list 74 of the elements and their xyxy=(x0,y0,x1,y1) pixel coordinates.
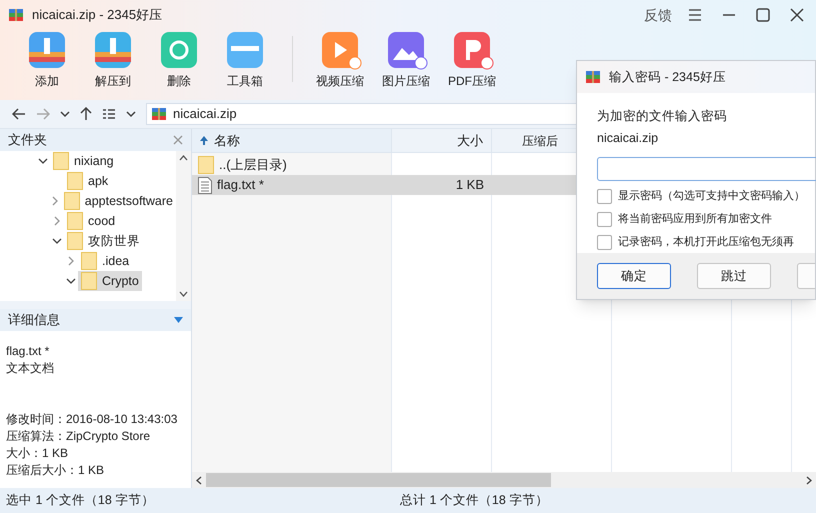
up-icon[interactable] xyxy=(80,107,92,121)
text-file-icon xyxy=(198,176,212,194)
detail-line: 修改时间：2016-08-10 13:43:03 xyxy=(6,411,178,428)
scrollbar[interactable] xyxy=(176,151,191,301)
status-text: 选中 1 个文件（18 字节） xyxy=(5,492,156,510)
archive-icon xyxy=(8,7,24,23)
file-type: 文本文档 xyxy=(6,360,55,377)
maximize-icon[interactable] xyxy=(756,8,770,22)
chevron-down-icon[interactable] xyxy=(66,276,76,286)
archive-name: nicaicai.zip xyxy=(597,130,660,147)
folder-icon xyxy=(198,156,214,174)
dropdown-icon[interactable] xyxy=(126,110,136,118)
tree-item[interactable]: .idea xyxy=(78,251,132,271)
folder-icon xyxy=(81,252,97,270)
column-header[interactable]: 名称 xyxy=(192,129,392,152)
checkbox[interactable] xyxy=(597,235,612,250)
tree-item[interactable]: 攻防世界 xyxy=(64,231,143,251)
table-cell: 1 KB xyxy=(456,177,484,192)
toolbar-button[interactable]: PDF压缩 xyxy=(439,30,505,90)
table-cell[interactable]: ..(上层目录) xyxy=(219,155,287,175)
option-label: 显示密码（勾选可支持中文密码输入） xyxy=(618,188,805,204)
chevron-down-icon[interactable] xyxy=(38,156,48,166)
toolbar-button[interactable]: 删除 xyxy=(146,30,212,90)
dialog-button[interactable]: 跳过 xyxy=(697,263,771,289)
option-label: 记录密码，本机打开此压缩包无须再 xyxy=(618,234,794,250)
caret-down-icon[interactable] xyxy=(174,317,183,323)
folder-icon xyxy=(67,172,83,190)
window-title: nicaicai.zip - 2345好压 xyxy=(32,6,162,24)
detail-line: 压缩后大小：1 KB xyxy=(6,462,106,479)
status-text: 总计 1 个文件（18 字节） xyxy=(400,492,548,510)
close-icon[interactable] xyxy=(790,8,804,22)
folder-icon xyxy=(53,152,69,170)
horizontal-scrollbar[interactable] xyxy=(192,472,816,488)
folder-icon xyxy=(81,272,97,290)
detail-line: 压缩算法：ZipCrypto Store xyxy=(6,428,152,445)
toolbar-button[interactable]: 图片压缩 xyxy=(373,30,439,90)
pane-title: 详细信息 xyxy=(8,311,60,330)
archive-icon xyxy=(585,69,601,85)
archive-icon xyxy=(151,106,167,122)
toolbar-button[interactable]: 工具箱 xyxy=(212,30,278,90)
file-name: flag.txt * xyxy=(6,343,50,360)
checkbox[interactable] xyxy=(597,212,612,227)
chevron-left-icon[interactable] xyxy=(196,476,202,484)
tree-item[interactable]: Crypto xyxy=(78,271,142,291)
chevron-right-icon[interactable] xyxy=(806,476,812,484)
folder-icon xyxy=(67,232,83,250)
detail-line: 大小：1 KB xyxy=(6,445,70,462)
option-label: 将当前密码应用到所有加密文件 xyxy=(618,212,772,228)
tree-item[interactable]: apptestsoftware xyxy=(60,191,176,211)
pane-title: 文件夹 xyxy=(8,131,47,150)
toolbar-button[interactable]: 添加 xyxy=(14,30,80,90)
dialog-prompt: 为加密的文件输入密码 xyxy=(597,108,728,125)
toolbar-button[interactable]: 视频压缩 xyxy=(307,30,373,90)
dialog-title: 输入密码 - 2345好压 xyxy=(609,68,726,86)
chevron-up-icon[interactable] xyxy=(179,155,188,161)
checkbox[interactable] xyxy=(597,189,612,204)
table-cell[interactable]: flag.txt * xyxy=(217,175,264,195)
chevron-down-icon[interactable] xyxy=(52,236,62,246)
feedback-link[interactable]: 反馈 xyxy=(644,4,672,26)
menu-icon[interactable] xyxy=(688,9,702,21)
folder-icon xyxy=(64,192,80,210)
chevron-down-icon[interactable] xyxy=(179,291,188,297)
column-header[interactable]: 大小 xyxy=(392,129,492,152)
view-list-icon[interactable] xyxy=(102,108,116,120)
sort-up-icon xyxy=(200,136,208,145)
dropdown-icon[interactable] xyxy=(60,110,70,118)
back-icon[interactable] xyxy=(12,108,26,120)
folder-icon xyxy=(67,212,83,230)
tree-item[interactable]: apk xyxy=(64,171,112,191)
dialog-button[interactable]: 确定 xyxy=(597,263,671,289)
tree-item[interactable]: nixiang xyxy=(50,151,117,171)
password-field[interactable] xyxy=(597,157,816,181)
tree-item[interactable]: cood xyxy=(64,211,118,231)
toolbar-button[interactable]: 解压到 xyxy=(80,30,146,90)
